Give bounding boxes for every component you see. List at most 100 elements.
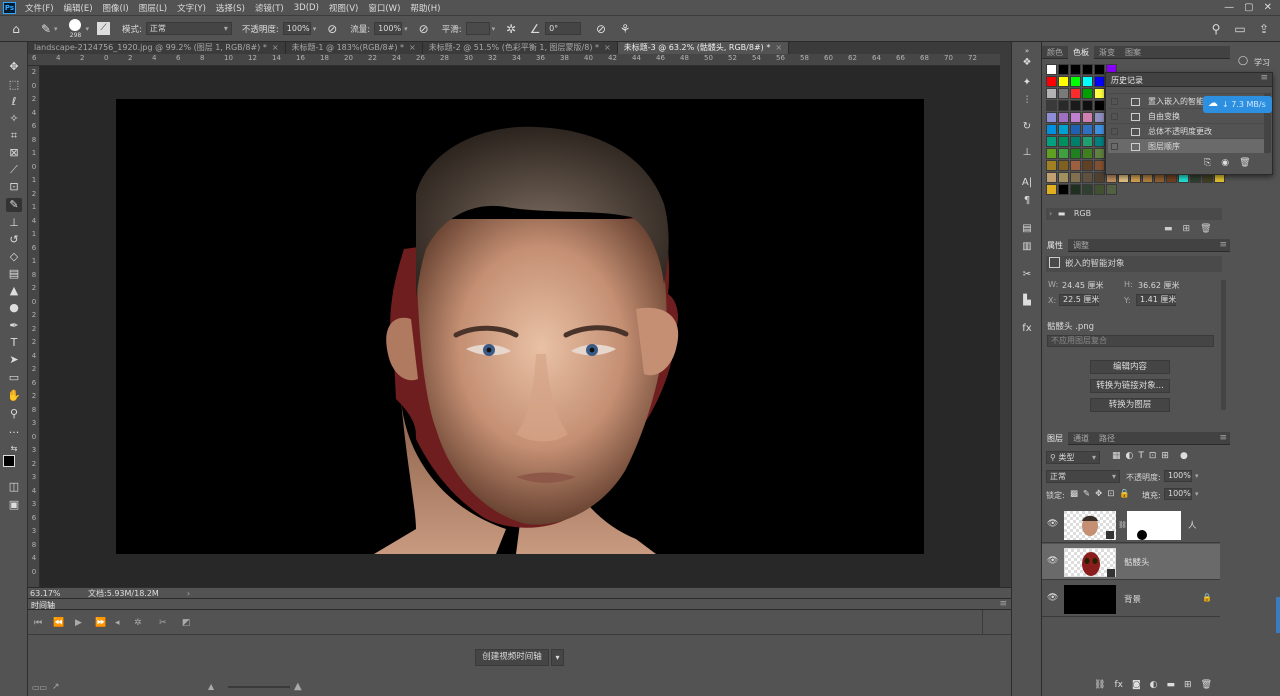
angle-input[interactable]: 0° — [545, 22, 582, 35]
canvas-vertical-scrollbar[interactable] — [1000, 54, 1011, 587]
filter-smart-icon[interactable]: ⊞ — [1161, 451, 1169, 464]
brush-settings-panel-icon[interactable]: ✦ — [1019, 76, 1035, 90]
paragraph-panel-icon[interactable]: ¶ — [1019, 194, 1035, 208]
lasso-tool-icon[interactable]: ℓ — [6, 95, 22, 109]
menu-window[interactable]: 窗口(W) — [363, 2, 405, 14]
tab-landscape[interactable]: landscape-2124756_1920.jpg @ 99.2% (图层 1… — [28, 42, 286, 54]
blend-mode-select[interactable]: 正常 ▾ — [1046, 470, 1120, 483]
menu-select[interactable]: 选择(S) — [211, 2, 250, 14]
close-icon[interactable]: × — [409, 43, 416, 52]
brush-tool-icon[interactable]: ✎ — [6, 198, 22, 212]
libraries-panel-icon[interactable]: ▤ — [1019, 222, 1035, 236]
swatch[interactable] — [1070, 184, 1081, 195]
lock-position-icon[interactable]: ✥ — [1095, 489, 1102, 499]
convert-to-linked-button[interactable]: 转换为链接对象... — [1090, 379, 1170, 393]
menu-3d[interactable]: 3D(D) — [289, 3, 324, 13]
camera-icon[interactable]: ◉ — [1221, 158, 1229, 168]
flow-input[interactable]: 100% — [374, 22, 403, 35]
tools-panel-icon[interactable]: ✂ — [1019, 268, 1035, 282]
layer-row-skull[interactable]: 👁 骷髅头 — [1042, 544, 1220, 580]
swatch[interactable] — [1094, 112, 1105, 123]
pen-tool-icon[interactable]: ✒ — [6, 319, 22, 333]
zoom-in-mountain-icon[interactable]: ▲ — [294, 681, 302, 692]
swatch[interactable] — [1082, 136, 1093, 147]
tab-untitled-3[interactable]: 未标题-3 @ 63.2% (骷髅头, RGB/8#) * × — [617, 42, 790, 54]
swatch[interactable] — [1046, 148, 1057, 159]
swatch[interactable] — [1058, 64, 1069, 75]
opacity-input[interactable]: 100% — [282, 22, 311, 35]
swatch[interactable] — [1058, 112, 1069, 123]
swatch[interactable] — [1082, 76, 1093, 87]
swatch[interactable] — [1070, 64, 1081, 75]
new-swatch-icon[interactable]: ⊞ — [1183, 224, 1191, 236]
eye-icon[interactable]: 👁 — [1047, 519, 1058, 529]
lock-all-icon[interactable]: 🔒 — [1119, 489, 1130, 499]
swatch[interactable] — [1046, 172, 1057, 183]
next-frame-icon[interactable]: ⏩ — [95, 618, 106, 628]
layer-name[interactable]: 人 — [1188, 519, 1197, 531]
color-panel-icon[interactable]: ❖ — [1019, 56, 1035, 70]
swatch[interactable] — [1058, 76, 1069, 87]
swatch[interactable] — [1070, 160, 1081, 171]
swatch[interactable] — [1082, 160, 1093, 171]
gear-icon[interactable]: ✲ — [134, 618, 142, 628]
history-brush-tool-icon[interactable]: ↺ — [6, 233, 22, 247]
tab-patterns[interactable]: 图案 — [1120, 47, 1146, 58]
convert-to-layers-button[interactable]: 转换为图层 — [1090, 398, 1170, 412]
first-frame-icon[interactable]: ⏮ — [34, 618, 42, 628]
screen-mode-icon[interactable]: ▣ — [6, 498, 22, 512]
link-layers-icon[interactable]: ⛓ — [1094, 680, 1105, 690]
tab-untitled-1[interactable]: 未标题-1 @ 183%(RGB/8#) * × — [286, 42, 423, 54]
brush-settings-icon[interactable]: ⟋ — [97, 22, 111, 35]
swatch[interactable] — [1070, 112, 1081, 123]
zoom-out-mountain-icon[interactable]: ▲ — [208, 682, 214, 691]
chevron-down-icon[interactable]: ▾ — [1195, 490, 1199, 498]
layer-opacity-input[interactable]: 100% — [1164, 470, 1192, 482]
swatch[interactable] — [1094, 160, 1105, 171]
edit-contents-button[interactable]: 编辑内容 — [1090, 360, 1170, 374]
tab-properties[interactable]: 属性 — [1042, 238, 1068, 252]
swatch[interactable] — [1070, 172, 1081, 183]
lock-artboard-icon[interactable]: ⊡ — [1107, 489, 1114, 499]
history-checkbox[interactable] — [1111, 113, 1118, 120]
swatch[interactable] — [1070, 148, 1081, 159]
zoom-tool-icon[interactable]: ⚲ — [6, 407, 22, 421]
history-checkbox[interactable] — [1111, 143, 1118, 150]
learn-icon[interactable]: ◯ — [1238, 56, 1248, 66]
filter-toggle-icon[interactable]: ● — [1180, 451, 1188, 464]
swatch[interactable] — [1094, 136, 1105, 147]
foreground-color-swatch[interactable] — [3, 455, 15, 467]
search-icon[interactable]: ⚲ — [1208, 21, 1224, 37]
chevron-down-icon[interactable]: ▾ — [86, 25, 90, 33]
layer-filter-select[interactable]: ⚲ 类型 ▾ — [1046, 451, 1100, 464]
filter-shape-icon[interactable]: ⊡ — [1149, 451, 1157, 464]
tab-paths[interactable]: 路径 — [1094, 433, 1120, 444]
share-icon[interactable]: ⇪ — [1256, 21, 1272, 37]
eyedropper-tool-icon[interactable]: ⟋ — [6, 163, 22, 177]
swatch[interactable] — [1094, 124, 1105, 135]
scissors-icon[interactable]: ✂ — [159, 618, 167, 628]
tab-layers[interactable]: 图层 — [1042, 431, 1068, 445]
panel-menu-icon[interactable]: ≡ — [1219, 240, 1227, 250]
brush-preset-picker[interactable]: 298 — [66, 17, 86, 41]
swatch[interactable] — [1082, 100, 1093, 111]
swatch[interactable] — [1046, 184, 1057, 195]
menu-type[interactable]: 文字(Y) — [172, 2, 211, 14]
close-icon[interactable]: ✕ — [1264, 2, 1272, 13]
zoom-slider[interactable] — [228, 686, 290, 688]
tab-swatches[interactable]: 色板 — [1068, 45, 1094, 59]
trash-icon[interactable]: 🗑 — [1200, 224, 1211, 236]
fill-input[interactable]: 100% — [1164, 488, 1192, 500]
frame-animation-icon[interactable]: ▭▭ — [32, 683, 47, 692]
symmetry-icon[interactable]: ⚘ — [617, 21, 633, 37]
menu-edit[interactable]: 编辑(E) — [59, 2, 98, 14]
maximize-icon[interactable]: ▢ — [1244, 2, 1253, 13]
menu-file[interactable]: 文件(F) — [20, 2, 59, 14]
layer-mask-thumbnail[interactable] — [1127, 511, 1181, 540]
folder-icon[interactable]: ▬ — [1164, 224, 1173, 236]
create-video-timeline-button[interactable]: 创建视频时间轴 — [475, 649, 549, 666]
quick-select-tool-icon[interactable]: ✧ — [6, 112, 22, 126]
swatch[interactable] — [1058, 172, 1069, 183]
add-mask-icon[interactable]: ◙ — [1132, 680, 1141, 690]
network-speed-widget[interactable]: ☁ ↓ 7.3 MB/s — [1203, 96, 1272, 113]
